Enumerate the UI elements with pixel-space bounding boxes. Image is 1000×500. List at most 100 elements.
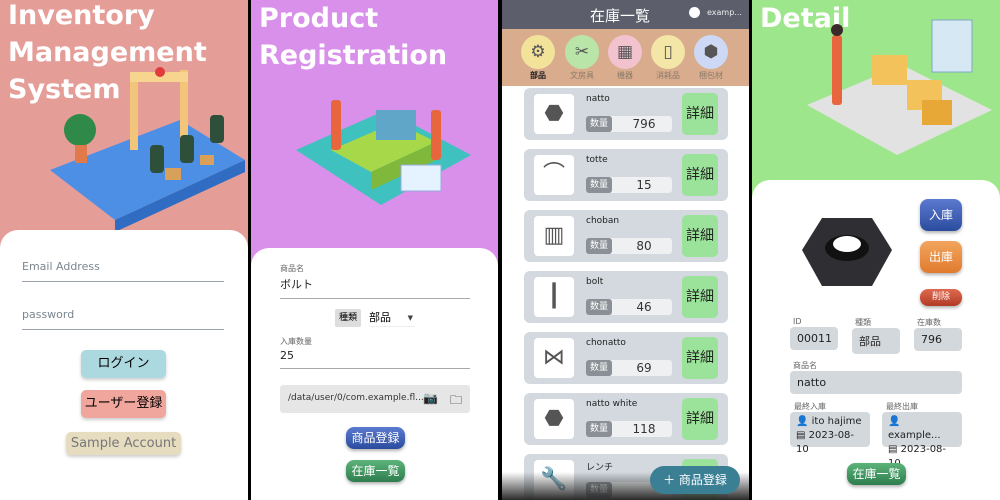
last-out-user-row: 👤 example...	[888, 415, 956, 443]
inventory-list-screen: 在庫一覧 examp... ⚙ 部品 ✂ 文房具 ▦ 機器 ▯ 消耗品 ⬢ 梱包材 ⬣ n…	[502, 0, 749, 500]
item-name: choban	[586, 216, 620, 226]
box-icon: ⬢	[694, 35, 728, 69]
password-input[interactable]: password	[22, 308, 224, 330]
type-value: 部品	[369, 311, 391, 324]
register-product-button[interactable]: 商品登録	[346, 427, 405, 449]
title-line: Registration	[259, 40, 448, 71]
dropdown-arrow-icon: ▼	[407, 314, 413, 322]
inventory-item: ┃ bolt 数量 46 詳細	[524, 271, 728, 323]
user-name[interactable]: examp...	[707, 8, 742, 17]
quantity-tag: 数量	[586, 238, 612, 254]
quantity-tag: 数量	[586, 177, 612, 193]
title-line: Product	[259, 3, 379, 34]
notebook-icon: ▯	[651, 35, 685, 69]
folder-icon[interactable]: 🗀	[450, 391, 462, 412]
category-label: 文房具	[570, 71, 594, 80]
handle-icon: ⌒	[534, 155, 574, 195]
name-value: natto	[790, 371, 962, 394]
last-in-user-row: 👤 ito hajime	[796, 415, 864, 429]
quantity-field[interactable]: 入庫数量 25	[280, 336, 470, 369]
item-quantity: 数量 796	[586, 116, 672, 132]
type-label: 種類	[335, 309, 361, 327]
email-input[interactable]: Email Address	[22, 260, 224, 282]
detail-button[interactable]: 詳細	[682, 276, 718, 318]
login-screen: Inventory Management System Email Addres…	[0, 0, 248, 500]
stock-value: 796	[914, 328, 962, 351]
quantity-value: 15	[636, 178, 652, 192]
item-quantity: 数量 80	[586, 238, 672, 254]
category-stationery[interactable]: ✂ 文房具	[564, 35, 600, 81]
inventory-item: ⬣ natto white 数量 118 詳細	[524, 393, 728, 445]
category-label: 梱包材	[699, 71, 723, 80]
name-label: 商品名	[793, 361, 817, 370]
user-icon[interactable]	[689, 7, 700, 18]
category-equipment[interactable]: ▦ 機器	[607, 35, 643, 81]
detail-button[interactable]: 詳細	[682, 154, 718, 196]
product-registration-illustration	[296, 100, 471, 205]
detail-button[interactable]: 詳細	[682, 93, 718, 135]
image-path-field[interactable]: /data/user/0/com.example.fl... 📷 🗀	[280, 385, 470, 413]
item-name: natto white	[586, 399, 638, 409]
category-parts[interactable]: ⚙ 部品	[520, 35, 556, 81]
type-label: 種類	[855, 318, 871, 327]
warehouse-boxes-illustration	[807, 19, 992, 155]
stock-in-button[interactable]: 入庫	[920, 199, 962, 231]
login-button[interactable]: ログイン	[81, 350, 166, 378]
person-icon: 👤	[796, 416, 809, 427]
register-user-button[interactable]: ユーザー登録	[81, 390, 166, 418]
image-path-value: /data/user/0/com.example.fl...	[288, 393, 424, 403]
quantity-value: 118	[632, 422, 656, 436]
gear-wrench-icon: ⚙	[521, 35, 555, 69]
product-image-hex-nut	[802, 218, 892, 286]
quantity-value: 69	[636, 361, 652, 375]
quantity-tag: 数量	[586, 421, 612, 437]
last-out-label: 最終出庫	[886, 402, 918, 411]
delete-button[interactable]: 削除	[920, 289, 962, 306]
login-card: Email Address password ログイン ユーザー登録 Sampl…	[0, 230, 248, 500]
detail-button[interactable]: 詳細	[682, 398, 718, 440]
registration-form: 商品名 ボルト 種類 部品 ▼ 入庫数量 25 /data/user/0/com.…	[251, 248, 498, 500]
product-name-field[interactable]: 商品名 ボルト	[280, 263, 470, 299]
inventory-item: ⬣ natto 数量 796 詳細	[524, 88, 728, 140]
category-packaging[interactable]: ⬢ 梱包材	[693, 35, 729, 81]
person-icon: 👤	[888, 416, 901, 427]
camera-icon[interactable]: 📷	[423, 391, 438, 405]
detail-button[interactable]: 詳細	[682, 337, 718, 379]
wing-nut-icon: ⋈	[534, 338, 574, 378]
hex-nut-icon: ⬣	[534, 399, 574, 439]
detail-screen: Detail 入庫 出庫 削除 ID 00011 種類 部品 在庫数 796 商…	[752, 0, 1000, 500]
id-value: 00011	[790, 327, 838, 350]
inventory-item: ⌒ totte 数量 15 詳細	[524, 149, 728, 201]
category-label: 部品	[530, 71, 546, 80]
product-name-value: ボルト	[280, 278, 313, 291]
quantity-label: 入庫数量	[280, 337, 312, 346]
inventory-list-button[interactable]: 在庫一覧	[847, 463, 906, 485]
hex-nut-icon: ⬣	[534, 94, 574, 134]
plus-icon: ＋	[663, 473, 679, 487]
app-bar: 在庫一覧 examp...	[502, 0, 749, 29]
category-label: 消耗品	[656, 71, 680, 80]
item-quantity: 数量 118	[586, 421, 672, 437]
type-dropdown[interactable]: 部品 ▼	[369, 309, 415, 327]
stock-out-button[interactable]: 出庫	[920, 241, 962, 273]
category-bar: ⚙ 部品 ✂ 文房具 ▦ 機器 ▯ 消耗品 ⬢ 梱包材	[502, 29, 749, 86]
inventory-list-button[interactable]: 在庫一覧	[346, 460, 405, 482]
calendar-icon: ▤	[796, 430, 806, 441]
type-value: 部品	[852, 328, 900, 354]
item-name: bolt	[586, 277, 604, 287]
last-in-user: ito hajime	[811, 416, 862, 427]
registration-screen: Product Registration 商品名 ボルト 種類 部品 ▼ 入庫数量…	[251, 0, 498, 500]
category-label: 機器	[617, 71, 633, 80]
sample-account-button[interactable]: Sample Account	[66, 432, 181, 455]
last-in-box: 👤 ito hajime ▤ 2023-08-10	[790, 412, 870, 455]
stock-label: 在庫数	[917, 318, 941, 327]
add-product-fab[interactable]: ＋ 商品登録	[650, 466, 740, 494]
last-out-box: 👤 example... ▤ 2023-08-10	[882, 412, 962, 469]
item-quantity: 数量 69	[586, 360, 672, 376]
title-line: Inventory	[8, 0, 155, 31]
detail-button[interactable]: 詳細	[682, 215, 718, 257]
category-consumables[interactable]: ▯ 消耗品	[650, 35, 686, 81]
calendar-icon: ▤	[888, 444, 898, 455]
detail-card: 入庫 出庫 削除 ID 00011 種類 部品 在庫数 796 商品名 natt…	[752, 180, 1000, 500]
quantity-value: 80	[636, 239, 652, 253]
